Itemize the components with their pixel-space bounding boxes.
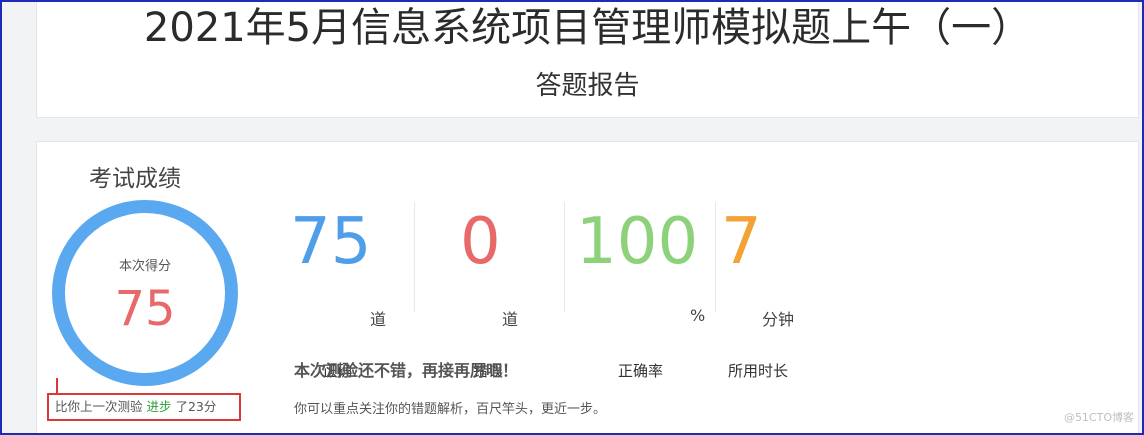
page-subtitle: 答题报告 xyxy=(535,71,640,101)
stat-correct-unit: 道 xyxy=(370,310,387,329)
stat-accuracy: 100 % 正确率 xyxy=(576,198,726,380)
stat-divider xyxy=(414,202,415,312)
page-title: 2021年5月信息系统项目管理师模拟题上午（一） xyxy=(143,5,1032,51)
stat-accuracy-unit: % xyxy=(690,306,706,325)
stat-duration-value: 7 xyxy=(721,205,762,279)
score-value: 75 xyxy=(114,281,176,337)
watermark: @51CTO博客 xyxy=(1063,411,1134,424)
score-ring: 本次得分 75 xyxy=(52,200,238,386)
stat-duration-label: 所用时长 xyxy=(728,362,789,380)
stat-wrong-value: 0 xyxy=(460,205,501,279)
stat-correct-value: 75 xyxy=(290,205,372,279)
stat-divider xyxy=(715,202,716,312)
stat-duration-unit: 分钟 xyxy=(762,310,795,329)
comparison-prefix: 比你上一次测验 xyxy=(55,399,147,414)
comparison-improvement: 进步 xyxy=(146,399,172,414)
stat-accuracy-value: 100 xyxy=(576,205,699,279)
stat-divider xyxy=(564,202,565,312)
score-caption: 本次得分 xyxy=(118,259,171,274)
stat-duration: 7 分钟 所用时长 xyxy=(721,198,871,380)
stat-accuracy-label: 正确率 xyxy=(618,362,664,380)
score-section-title: 考试成绩 xyxy=(89,166,181,192)
score-comparison: 比你上一次测验 进步 了23分 xyxy=(47,393,241,421)
feedback-advice: 你可以重点关注你的错题解析，百尺竿头，更近一步。 xyxy=(294,402,607,417)
feedback-headline: 本次测验还不错，再接再厉吧！ xyxy=(294,361,519,380)
report-header: 2021年5月信息系统项目管理师模拟题上午（一） 答题报告 xyxy=(36,0,1139,118)
stat-correct: 75 道 正确 xyxy=(290,198,440,380)
comparison-suffix: 了23分 xyxy=(171,399,217,414)
stat-wrong-unit: 道 xyxy=(502,310,519,329)
annotation-marker xyxy=(56,378,58,394)
result-panel: 考试成绩 本次得分 75 比你上一次测验 进步 了23分 75 道 正确 0 道… xyxy=(36,141,1139,435)
